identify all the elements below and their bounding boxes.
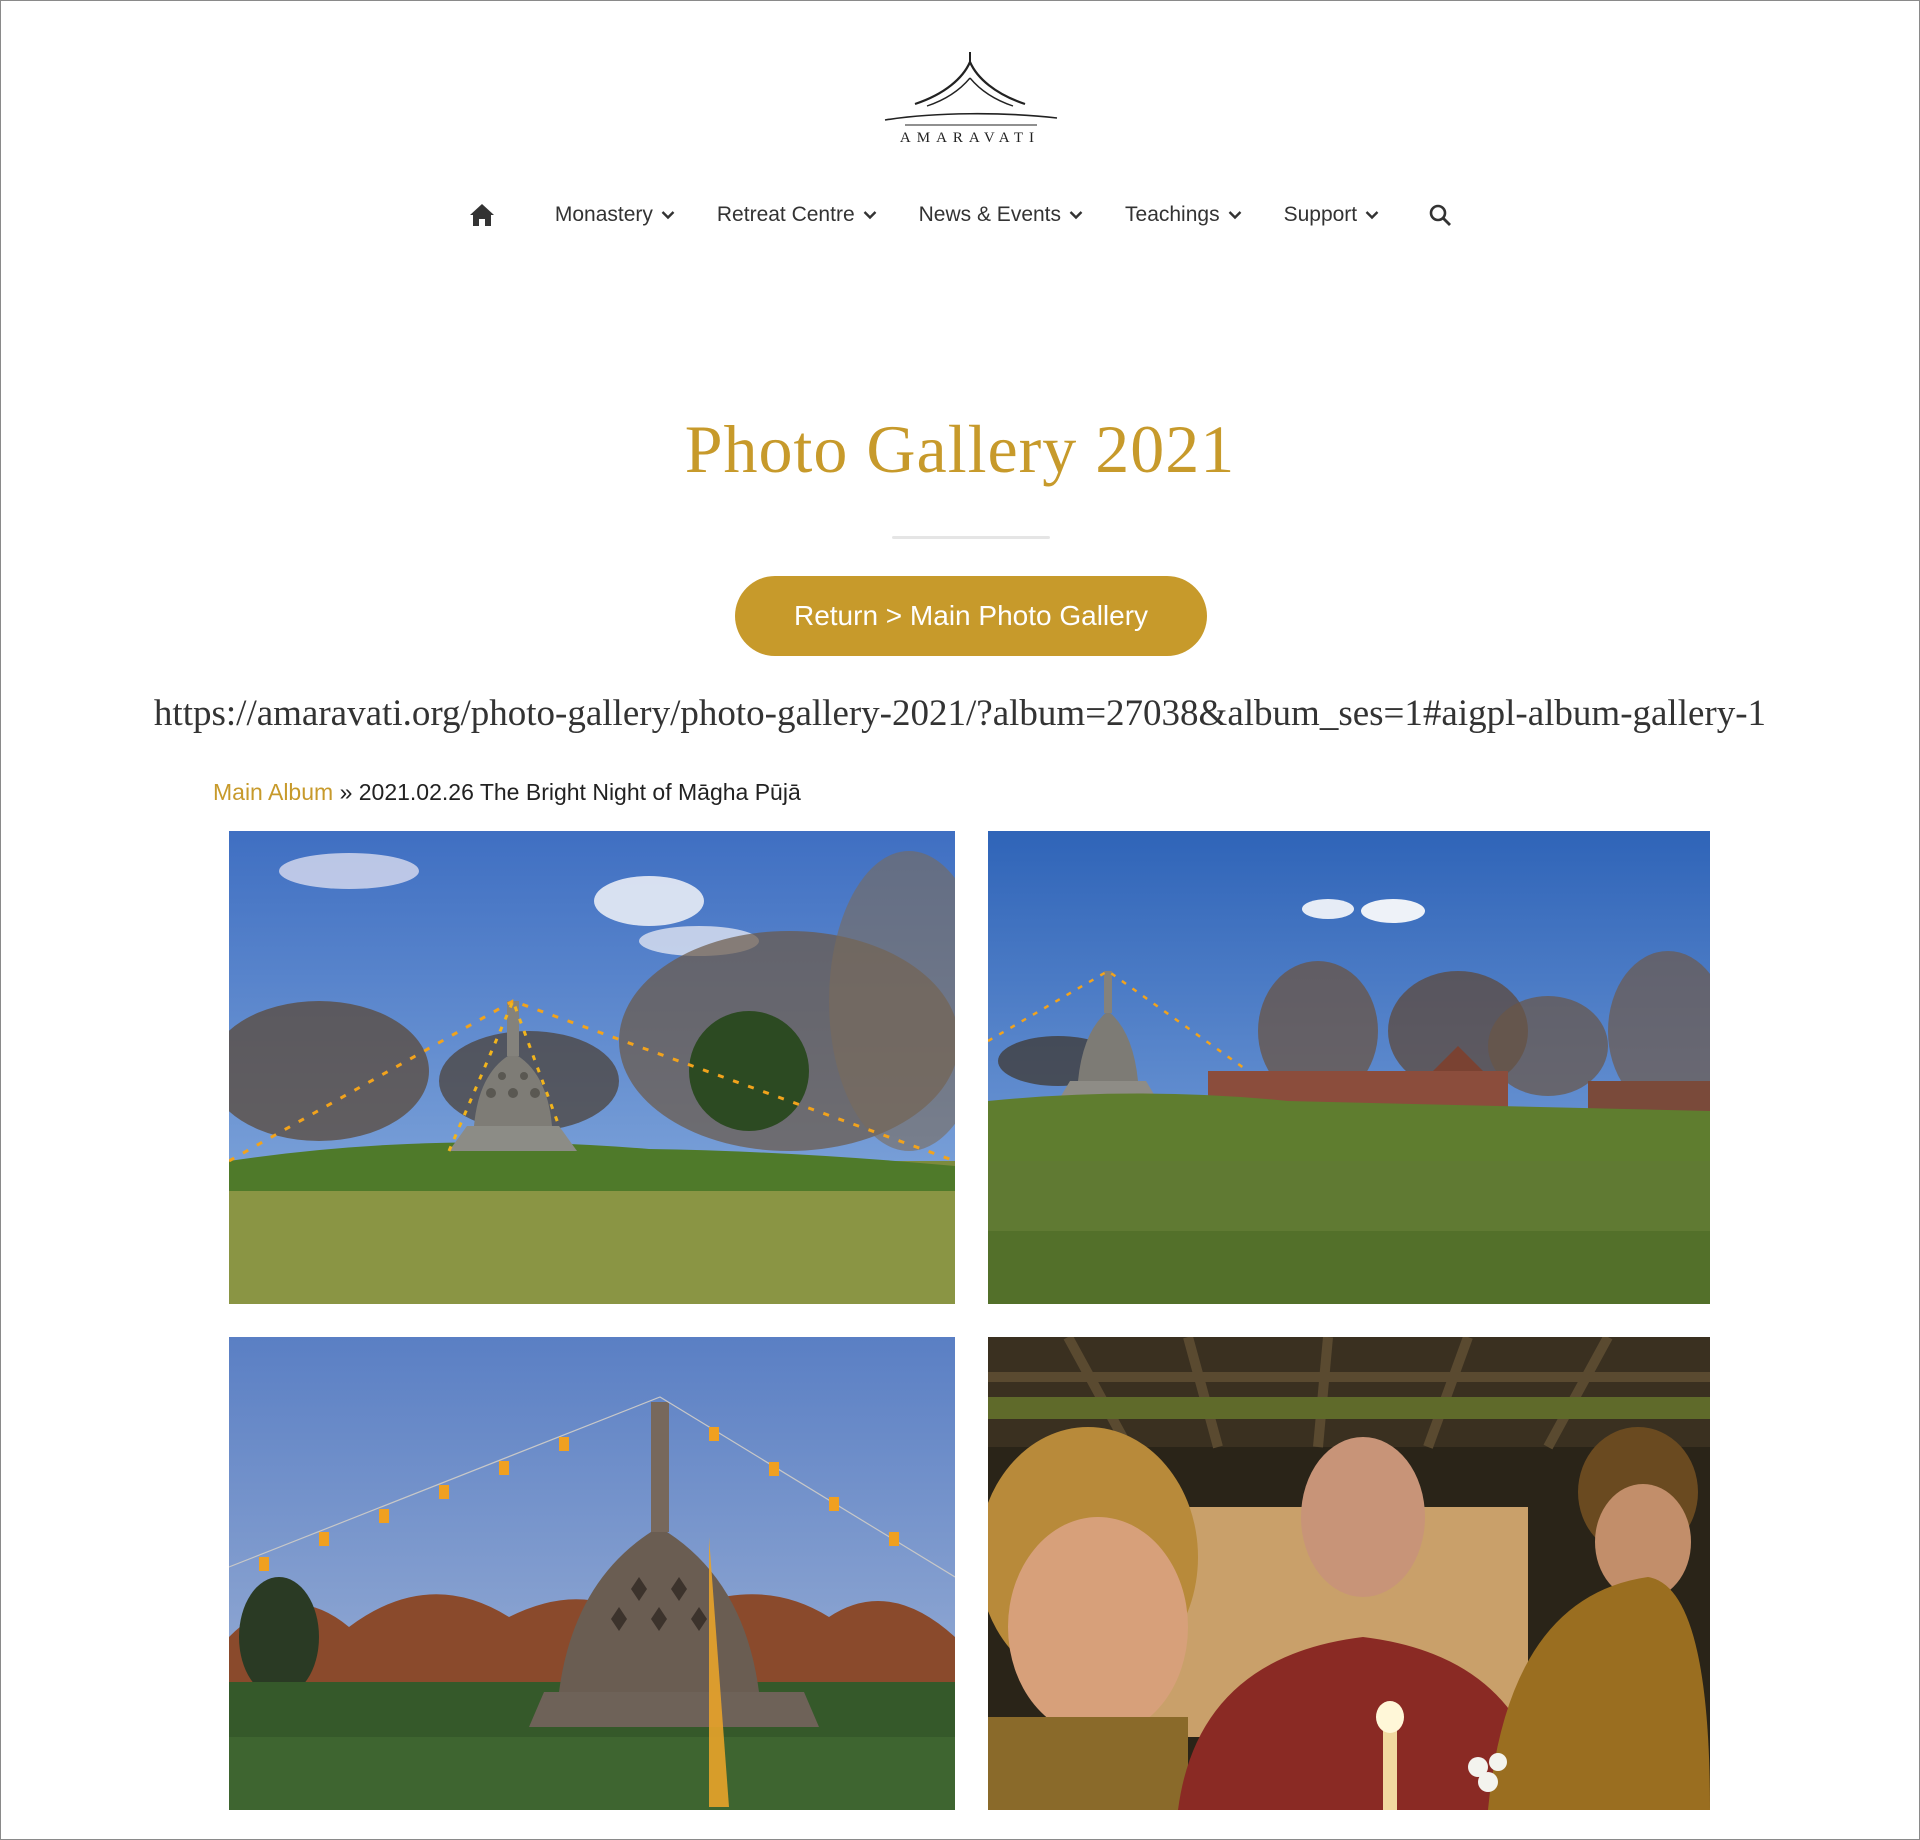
nav-item-news-events[interactable]: News & Events (919, 203, 1083, 227)
nav-item-label: Retreat Centre (716, 203, 855, 226)
chevron-down-icon (661, 210, 675, 220)
gallery-photo[interactable] (988, 1337, 1710, 1810)
nav-item-teachings[interactable]: Teachings (1125, 203, 1242, 227)
nav-item-label: Support (1283, 203, 1358, 226)
gallery-photo[interactable] (229, 831, 955, 1304)
nav-item-label: News & Events (918, 203, 1062, 226)
site-logo[interactable]: AMARAVATI (870, 48, 1070, 148)
main-nav: Monastery Retreat Centre News & Events T… (0, 195, 1920, 235)
chevron-down-icon (863, 210, 877, 220)
chevron-down-icon (1228, 210, 1242, 220)
gallery-photo[interactable] (988, 831, 1710, 1304)
title-divider (892, 536, 1050, 539)
nav-item-retreat-centre[interactable]: Retreat Centre (717, 203, 877, 227)
chevron-down-icon (1069, 210, 1083, 220)
logo-roof-icon (884, 52, 1058, 126)
nav-item-label: Monastery (554, 203, 653, 226)
logo-text: AMARAVATI (899, 130, 1041, 146)
nav-item-monastery[interactable]: Monastery (555, 203, 675, 227)
nav-item-label: Teachings (1125, 203, 1220, 226)
home-icon (469, 204, 494, 226)
search-button[interactable] (1428, 203, 1452, 227)
gallery-photo[interactable] (229, 1337, 955, 1810)
breadcrumb-main-album-link[interactable]: Main Album (213, 779, 333, 805)
page-title: Photo Gallery 2021 (684, 411, 1236, 487)
breadcrumb-current: 2021.02.26 The Bright Night of Māgha Pūj… (358, 779, 801, 805)
breadcrumb-separator: » (339, 779, 353, 805)
nav-item-support[interactable]: Support (1284, 203, 1380, 227)
breadcrumb: Main Album » 2021.02.26 The Bright Night… (213, 779, 801, 806)
search-icon (1429, 204, 1452, 226)
home-link[interactable] (468, 201, 496, 229)
return-main-gallery-button[interactable]: Return > Main Photo Gallery (735, 576, 1207, 656)
chevron-down-icon (1365, 210, 1379, 220)
album-url-text: https://amaravati.org/photo-gallery/phot… (153, 693, 1767, 734)
